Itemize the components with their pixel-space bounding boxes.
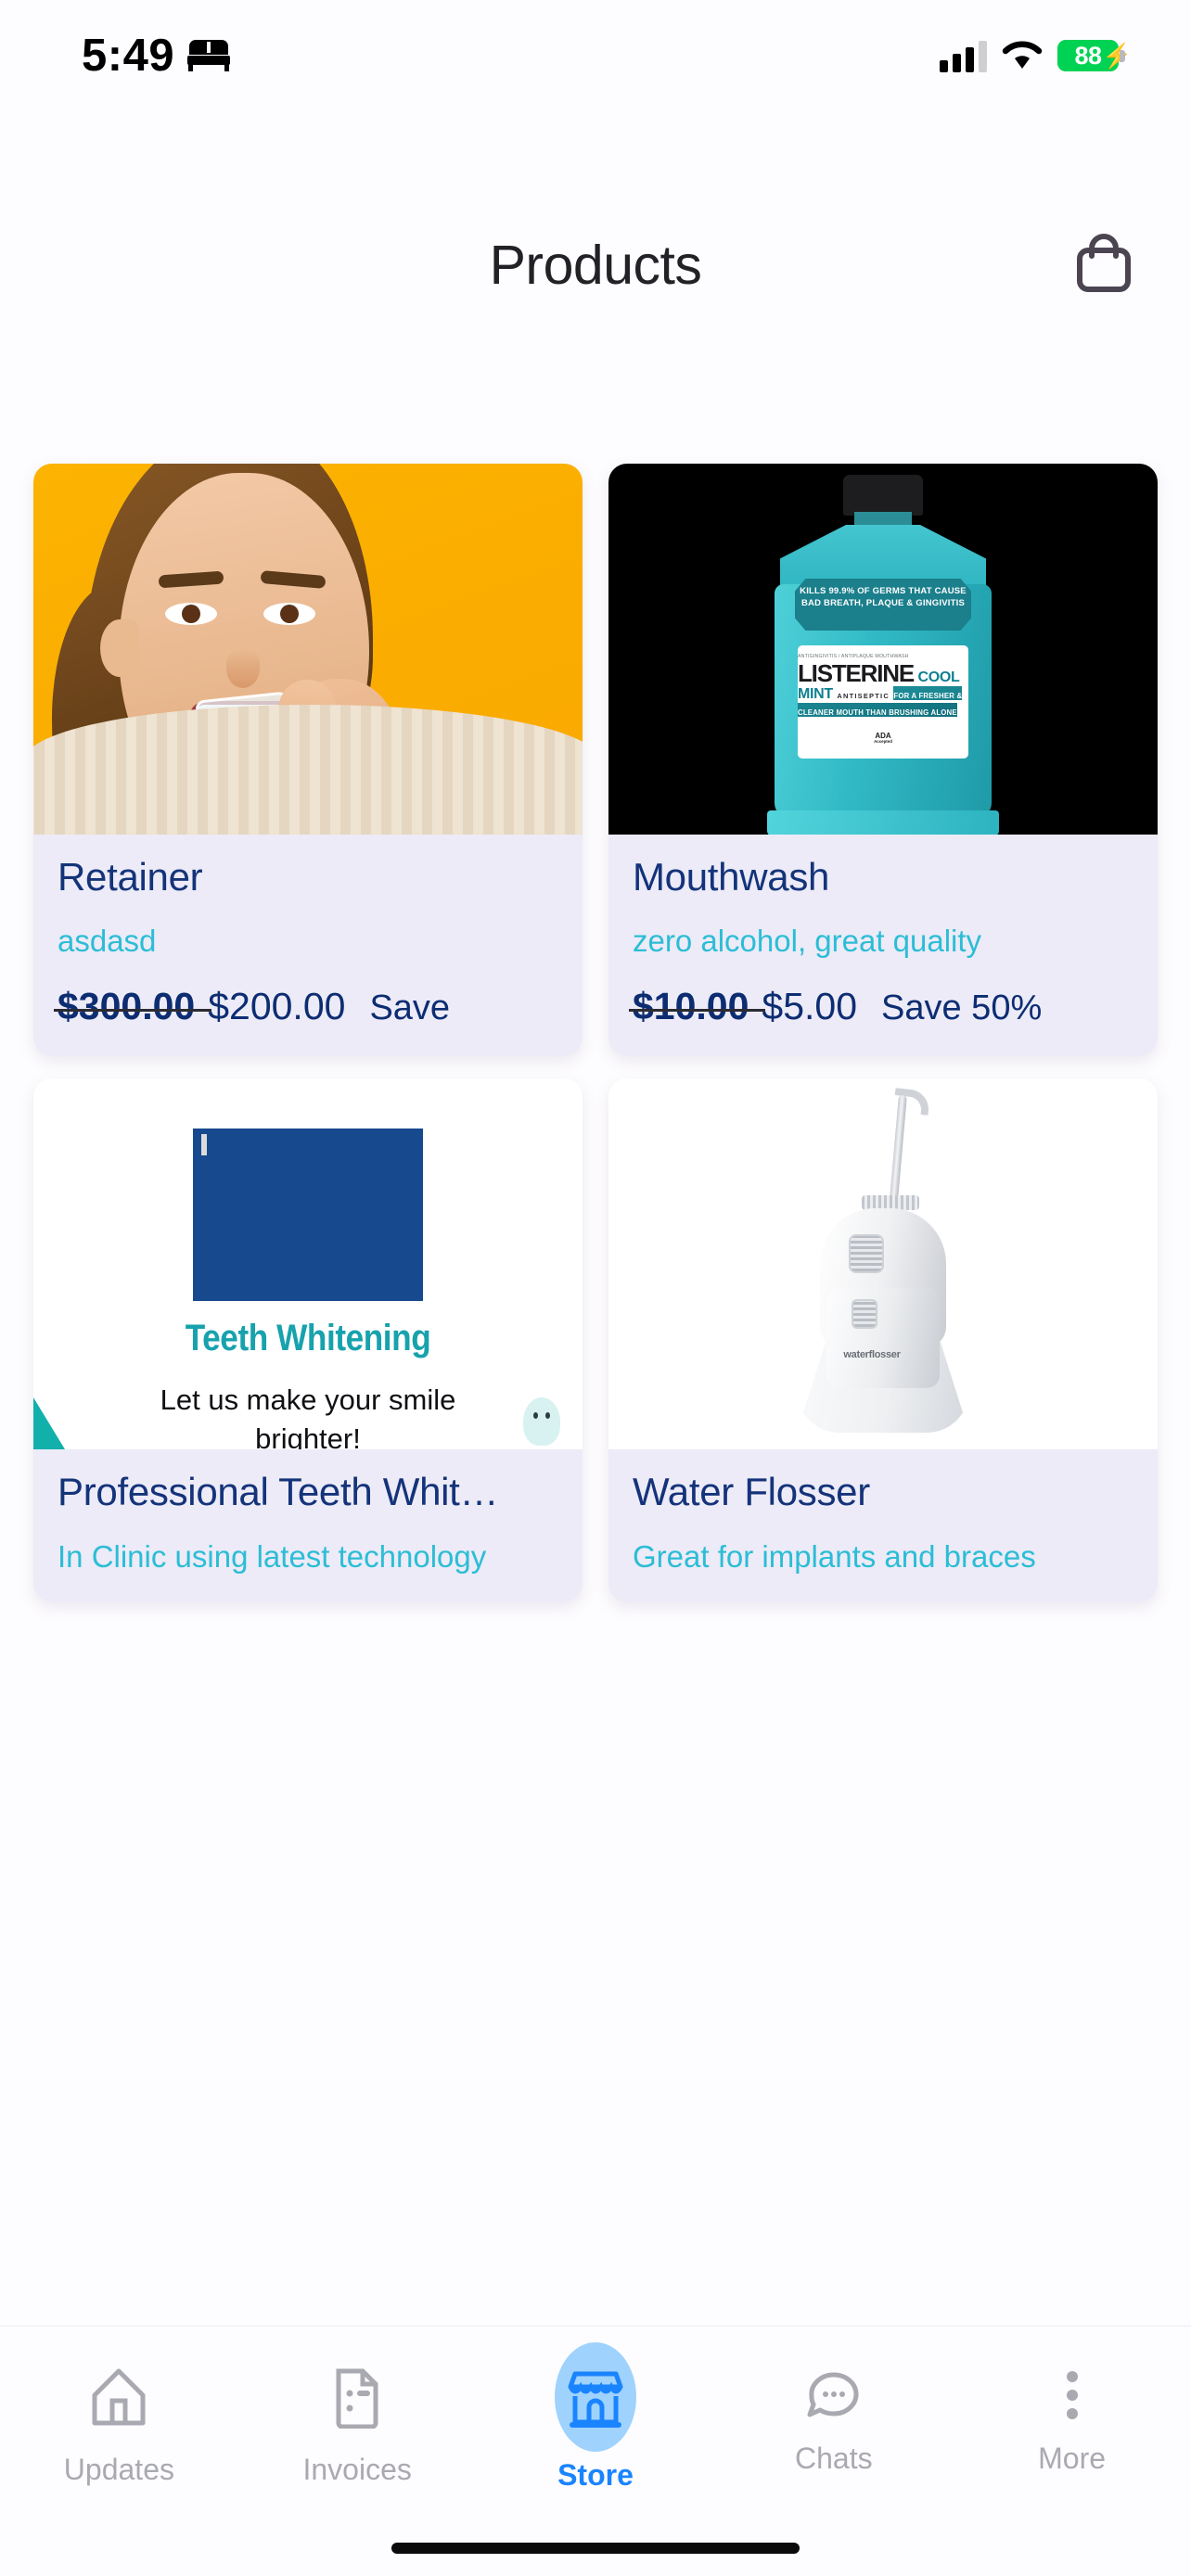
tab-updates[interactable]: Updates (17, 2351, 221, 2487)
product-title: Retainer (58, 855, 203, 899)
teal-corner-decoration (33, 1397, 65, 1450)
shopping-bag-icon (1075, 233, 1133, 298)
product-image-retainer (33, 464, 583, 835)
before-after-photo (193, 1129, 423, 1302)
product-title: Professional Teeth Whit… (58, 1470, 499, 1514)
product-price-current: $200.00 (208, 985, 346, 1028)
cellular-signal-icon (940, 39, 987, 72)
product-card[interactable]: Retainer asdasd $300.00 $200.00 Save (33, 464, 583, 1057)
status-bar-left: 5:49 (82, 30, 231, 82)
bottle-antiseptic: ANTISEPTIC (837, 692, 890, 700)
product-subtitle: Great for implants and braces (633, 1538, 1036, 1574)
more-dots-icon (1026, 2351, 1119, 2443)
wifi-icon (1002, 40, 1043, 71)
tab-store[interactable]: Store (493, 2351, 698, 2493)
battery-indicator: 88 ⚡ (1057, 40, 1133, 71)
chat-bubble-icon (788, 2351, 880, 2443)
product-save-badge: Save (369, 988, 451, 1028)
tab-more[interactable]: More (970, 2351, 1174, 2476)
store-icon (549, 2351, 642, 2443)
product-subtitle: asdasd (58, 924, 157, 959)
flyer-heading: Teeth Whitening (185, 1318, 431, 1359)
product-info: Mouthwash zero alcohol, great quality $1… (608, 835, 1158, 1057)
tab-label-more: More (1038, 2442, 1107, 2475)
ada-subtext: Accepted (874, 739, 892, 745)
product-image-water-flosser: waterflosser (608, 1078, 1158, 1450)
bed-icon (187, 40, 231, 71)
battery-percent: 88 (1074, 41, 1102, 70)
product-save-badge: Save 50% (881, 988, 1043, 1028)
bottle-claim-text: KILLS 99.9% OF GERMS THAT CAUSE BAD BREA… (795, 579, 971, 631)
product-price-current: $5.00 (762, 985, 858, 1028)
bottom-tab-bar: Updates Invoices Store Chats More (0, 2326, 1191, 2576)
product-info: Professional Teeth Whit… In Clinic using… (33, 1449, 583, 1602)
tab-invoices[interactable]: Invoices (255, 2351, 459, 2487)
tooth-mascot-icon (523, 1397, 560, 1447)
product-info: Retainer asdasd $300.00 $200.00 Save (33, 835, 583, 1057)
product-subtitle: In Clinic using latest technology (58, 1538, 487, 1574)
product-card[interactable]: KILLS 99.9% OF GERMS THAT CAUSE BAD BREA… (608, 464, 1158, 1057)
status-bar-right: 88 ⚡ (940, 39, 1133, 72)
product-title: Mouthwash (633, 855, 830, 899)
product-card[interactable]: waterflosser Water Flosser Great for imp… (608, 1078, 1158, 1602)
product-price-row: $300.00 $200.00 Save (53, 985, 558, 1028)
tab-label-updates: Updates (63, 2453, 174, 2486)
flosser-brand-text: waterflosser (843, 1349, 901, 1361)
cart-button[interactable] (1067, 228, 1141, 302)
product-price-row: $10.00 $5.00 Save 50% (628, 985, 1133, 1028)
tab-label-store: Store (557, 2458, 634, 2492)
bottle-label: ANTIGINGIVITIS / ANTIPLAQUE MOUTHWASH LI… (798, 645, 968, 759)
product-grid: Retainer asdasd $300.00 $200.00 Save KIL… (33, 464, 1158, 1602)
bottle-label-top: ANTIGINGIVITIS / ANTIPLAQUE MOUTHWASH (798, 654, 909, 659)
status-time: 5:49 (82, 31, 175, 81)
product-card[interactable]: Teeth Whitening Let us make your smile b… (33, 1078, 583, 1602)
page-title: Products (489, 235, 702, 296)
flyer-tagline: Let us make your smile brighter! (160, 1384, 456, 1450)
home-icon (72, 2351, 165, 2443)
product-title: Water Flosser (633, 1470, 870, 1514)
charging-bolt-icon: ⚡ (1102, 42, 1133, 70)
status-bar: 5:49 88 ⚡ (0, 0, 1191, 111)
product-image-mouthwash: KILLS 99.9% OF GERMS THAT CAUSE BAD BREA… (608, 464, 1158, 835)
bottle-brand: LISTERINE (798, 659, 915, 687)
product-price-original: $10.00 (628, 985, 766, 1028)
document-icon (311, 2351, 403, 2443)
home-indicator (391, 2543, 800, 2554)
product-info: Water Flosser Great for implants and bra… (608, 1449, 1158, 1602)
product-image-teeth-whitening: Teeth Whitening Let us make your smile b… (33, 1078, 583, 1450)
ada-seal: ADA Accepted (867, 731, 899, 755)
page-header: Products (0, 200, 1191, 330)
product-price-original: $300.00 (53, 985, 212, 1028)
tab-label-invoices: Invoices (302, 2453, 412, 2486)
tab-chats[interactable]: Chats (732, 2351, 936, 2476)
tab-label-chats: Chats (794, 2442, 873, 2475)
product-subtitle: zero alcohol, great quality (633, 924, 982, 959)
